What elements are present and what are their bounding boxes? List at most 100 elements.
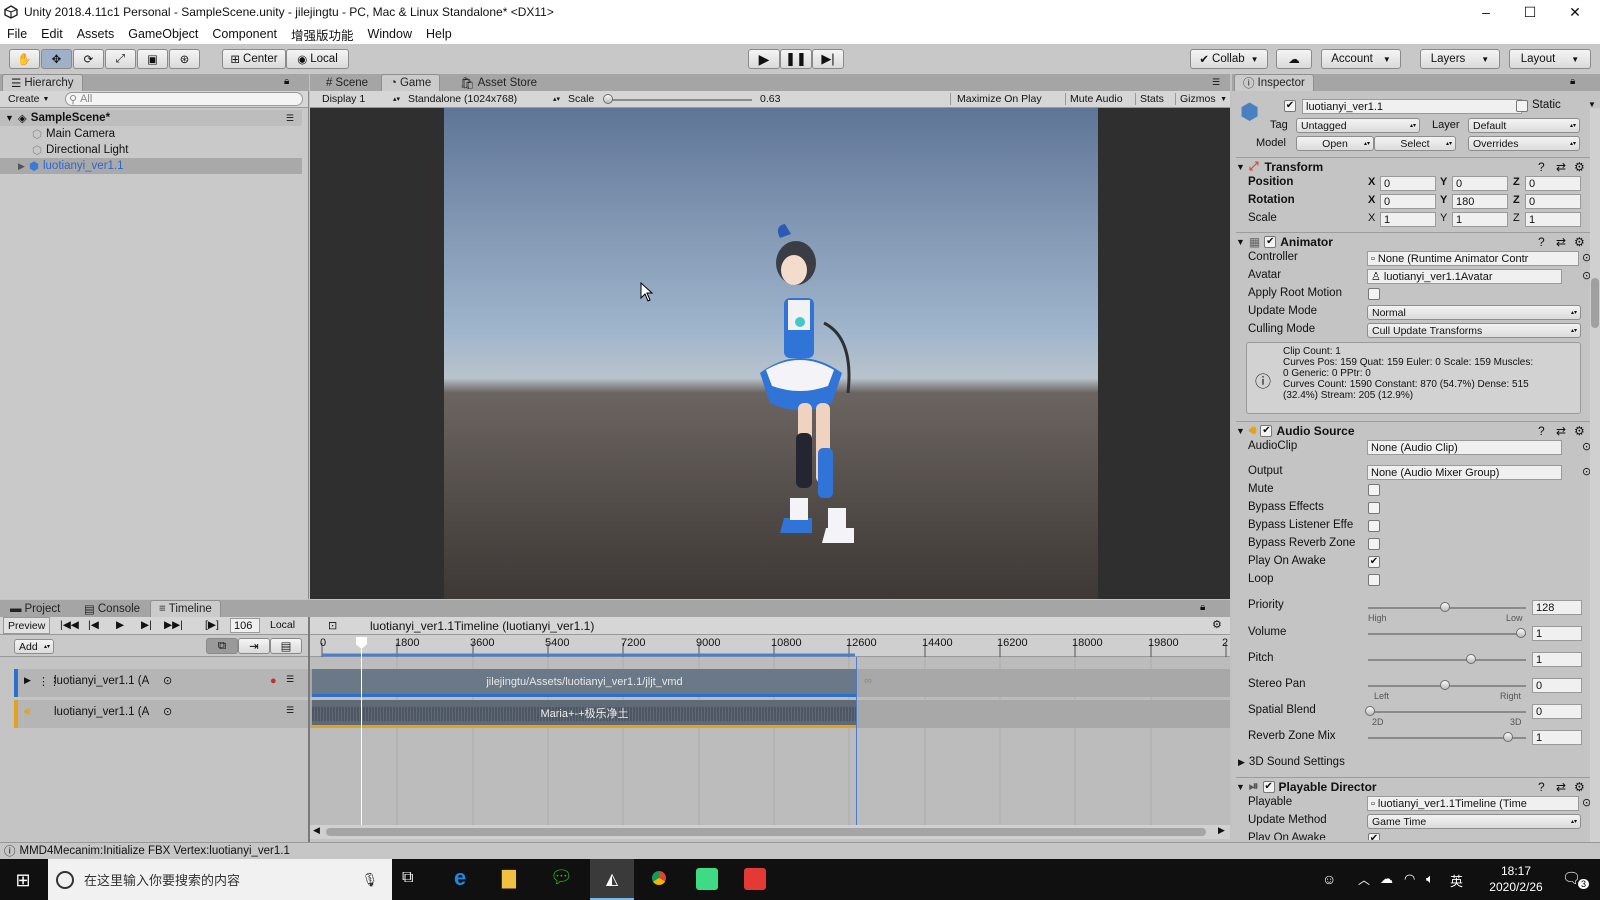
resolution-dropdown[interactable]: Standalone (1024x768) ▴▾ (408, 93, 560, 105)
lock-icon[interactable]: 🔒︎ (1570, 76, 1575, 87)
hand-tool-button[interactable]: ✋ (9, 49, 40, 69)
stereo-pan-field[interactable]: 0 (1532, 678, 1582, 693)
scale-x-field[interactable]: 1 (1380, 212, 1436, 227)
menu-assets[interactable]: Assets (70, 27, 122, 41)
ripple-mode-button[interactable]: ⇥ (238, 638, 270, 654)
collapse-arrow-icon[interactable]: ▼ (1236, 237, 1245, 247)
microphone-icon[interactable]: 🎙︎ (361, 872, 378, 888)
unity-taskbar-icon[interactable]: ◭ (590, 859, 634, 900)
animation-track-header[interactable]: ▶ ⋮⋮ luotianyi_ver1.1 (A ⊙ ● ☰ (14, 669, 308, 697)
help-icon[interactable]: ? (1538, 235, 1545, 249)
bypass-listener-checkbox[interactable] (1368, 520, 1380, 532)
reverb-slider-knob[interactable] (1503, 732, 1513, 742)
reverb-zone-mix-field[interactable]: 1 (1532, 730, 1582, 745)
playable-director-header[interactable]: ▼ ⏯ ✔ Playable Director ? ⇄ ⚙ (1236, 777, 1596, 795)
inspector-scrollbar[interactable] (1590, 108, 1600, 842)
loop-checkbox[interactable] (1368, 574, 1380, 586)
animator-enabled-checkbox[interactable]: ✔ (1264, 235, 1277, 248)
file-explorer-icon[interactable]: ▇ (502, 868, 516, 889)
add-track-dropdown[interactable]: Add (14, 639, 54, 654)
collab-dropdown[interactable]: ✔ Collab ▼ (1190, 49, 1268, 69)
android-studio-icon[interactable] (696, 868, 718, 890)
volume-slider-knob[interactable] (1516, 628, 1526, 638)
ime-indicator[interactable]: 英 (1450, 871, 1463, 890)
spatial-blend-slider-track[interactable] (1368, 711, 1526, 713)
update-mode-dropdown[interactable]: Normal (1367, 305, 1581, 320)
menu-enhanced[interactable]: 增强版功能 (284, 25, 361, 44)
gear-icon[interactable]: ⚙ (1574, 780, 1585, 794)
output-field[interactable]: None (Audio Mixer Group) (1367, 465, 1562, 480)
culling-mode-dropdown[interactable]: Cull Update Transforms (1367, 323, 1581, 338)
rotation-x-field[interactable]: 0 (1380, 194, 1436, 209)
help-icon[interactable]: ? (1538, 424, 1545, 438)
hierarchy-item-selected[interactable]: ▶ ⬢ luotianyi_ver1.1 (0, 158, 302, 174)
audio-track-header[interactable]: 🔊︎ luotianyi_ver1.1 (A ⊙ ☰ (14, 700, 308, 728)
preset-icon[interactable]: ⇄ (1556, 780, 1566, 794)
tag-dropdown[interactable]: Untagged (1296, 118, 1420, 133)
help-icon[interactable]: ? (1538, 780, 1545, 794)
timeline-tracks-area[interactable]: jilejingtu/Assets/luotianyi_ver1.1/jljt_… (310, 657, 1230, 825)
track-menu-icon[interactable]: ☰ (286, 705, 294, 716)
object-picker-icon[interactable]: ⊙ (163, 674, 172, 687)
director-play-on-awake-checkbox[interactable]: ✔ (1368, 833, 1380, 840)
collapse-arrow-icon[interactable]: ▼ (1236, 426, 1245, 436)
track-menu-icon[interactable]: ☰ (286, 674, 294, 685)
layer-dropdown[interactable]: Default (1468, 118, 1580, 133)
scale-tool-button[interactable]: ⤢ (105, 49, 136, 69)
next-frame-icon[interactable]: ▶| (141, 619, 152, 631)
people-icon[interactable]: ☺ (1322, 871, 1336, 887)
scroll-left-icon[interactable]: ◀ (313, 825, 320, 836)
minimize-button[interactable]: – (1463, 0, 1509, 24)
tab-asset-store[interactable]: 🛍︎ Asset Store (452, 74, 545, 91)
bypass-reverb-checkbox[interactable] (1368, 538, 1380, 550)
controller-field[interactable]: ▫ None (Runtime Animator Contr (1367, 251, 1579, 266)
priority-field[interactable]: 128 (1532, 600, 1582, 615)
scene-menu-icon[interactable]: ☰ (286, 113, 294, 124)
mute-audio-toggle[interactable]: Mute Audio (1065, 93, 1123, 105)
pivot-center-button[interactable]: ⊞ Center (222, 49, 286, 69)
menu-help[interactable]: Help (419, 27, 459, 41)
display-dropdown[interactable]: Display 1 ▴▾ (322, 93, 400, 105)
show-hidden-icons[interactable]: ︿ (1358, 871, 1370, 888)
pause-button[interactable]: ❚❚ (780, 49, 812, 69)
rect-tool-button[interactable]: ▣ (137, 49, 168, 69)
pitch-slider-knob[interactable] (1466, 654, 1476, 664)
task-view-icon[interactable]: ⧉ (402, 869, 413, 887)
scene-row[interactable]: ▼ ◈ SampleScene* ☰ (0, 110, 302, 126)
rotate-tool-button[interactable]: ⟳ (73, 49, 104, 69)
transform-tool-button[interactable]: ⊛ (169, 49, 200, 69)
expand-arrow-icon[interactable]: ▶ (18, 161, 25, 172)
volume-field[interactable]: 1 (1532, 626, 1582, 641)
menu-edit[interactable]: Edit (34, 27, 70, 41)
clock[interactable]: 18:17 2020/2/26 (1480, 863, 1552, 895)
taskbar-search-box[interactable]: 在这里输入你要搜索的内容 🎙︎ (48, 859, 392, 900)
panel-menu-icon[interactable]: ☰ (1212, 77, 1220, 88)
goto-start-icon[interactable]: |◀◀ (60, 619, 79, 631)
layout-dropdown[interactable]: Layout ▼ (1509, 49, 1591, 69)
static-checkbox[interactable] (1516, 100, 1528, 112)
wechat-icon[interactable]: 💬︎ (550, 867, 573, 888)
tab-timeline[interactable]: ≡ Timeline (150, 600, 221, 617)
rotation-y-field[interactable]: 180 (1452, 194, 1508, 209)
active-checkbox[interactable]: ✔ (1284, 100, 1296, 112)
bypass-effects-checkbox[interactable] (1368, 502, 1380, 514)
status-bar[interactable]: ⓘ MMD4Mecanim:Initialize FBX Vertex:luot… (0, 842, 1600, 859)
loop-range-icon[interactable]: [▶] (205, 619, 219, 631)
playable-field[interactable]: ▫ luotianyi_ver1.1Timeline (Time (1367, 796, 1579, 811)
lock-icon[interactable]: 🔒︎ (284, 76, 289, 87)
collapse-arrow-icon[interactable]: ▼ (1236, 162, 1245, 172)
game-viewport[interactable] (310, 108, 1230, 599)
inspector-scroll-thumb[interactable] (1591, 278, 1599, 328)
update-method-dropdown[interactable]: Game Time (1367, 814, 1581, 829)
select-model-button[interactable]: Select (1374, 136, 1456, 151)
timeline-asset-icon[interactable]: ⊡ (328, 619, 337, 632)
menu-gameobject[interactable]: GameObject (121, 27, 205, 41)
position-x-field[interactable]: 0 (1380, 176, 1436, 191)
clip-edit-mode-button[interactable]: ⧉ (206, 638, 238, 654)
play-timeline-icon[interactable]: ▶ (116, 619, 124, 631)
volume-slider-track[interactable] (1368, 633, 1526, 635)
move-tool-button[interactable]: ✥ (41, 49, 72, 69)
pitch-slider-track[interactable] (1368, 659, 1526, 661)
spatial-blend-slider-knob[interactable] (1365, 706, 1375, 716)
gear-icon[interactable]: ⚙ (1574, 235, 1585, 249)
